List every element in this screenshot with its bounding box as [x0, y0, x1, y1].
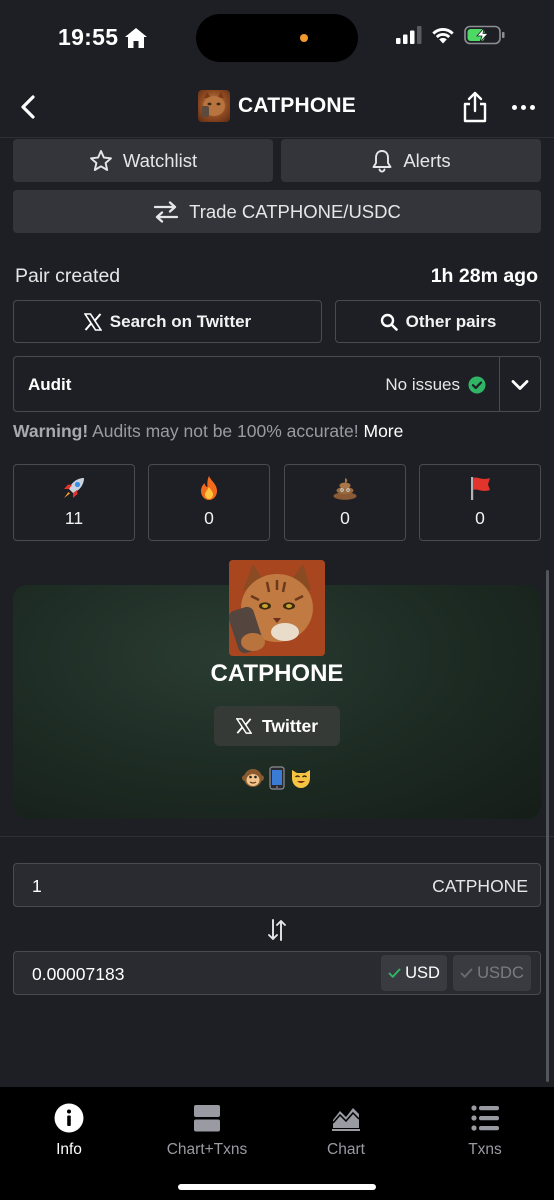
reaction-red-flag[interactable]: 0 — [419, 464, 541, 541]
token-description — [0, 766, 554, 790]
token-amount-input[interactable]: 1 CATPHONE — [13, 863, 541, 907]
tab-info[interactable]: Info — [0, 1103, 138, 1159]
star-icon — [89, 149, 112, 171]
swap-direction-button[interactable] — [264, 917, 290, 943]
wifi-icon — [432, 27, 454, 43]
audit-divider — [499, 357, 500, 411]
currency-usd-button[interactable]: USD — [381, 955, 447, 991]
time-text: 19:55 — [58, 24, 119, 50]
reaction-count: 0 — [204, 508, 214, 528]
audit-row[interactable]: Audit No issues — [13, 356, 541, 412]
x-logo-icon — [83, 312, 102, 331]
audit-expand-button[interactable] — [508, 373, 532, 397]
tab-chart-txns-label: Chart+Txns — [166, 1141, 248, 1158]
reaction-rocket[interactable]: 11 — [13, 464, 135, 541]
info-icon — [54, 1103, 84, 1133]
status-time: 19:55 — [58, 24, 148, 51]
audit-status: No issues — [385, 375, 486, 395]
tab-chart[interactable]: Chart — [277, 1103, 415, 1159]
dot-icon — [520, 104, 526, 110]
status-bar: 19:55 — [0, 0, 554, 78]
currency-usd-label: USD — [405, 963, 440, 982]
page-title: CATPHONE — [238, 94, 356, 117]
check-circle-icon — [468, 376, 486, 394]
token-name: CATPHONE — [210, 660, 344, 687]
tab-txns-label: Txns — [468, 1141, 502, 1158]
status-icons — [396, 25, 506, 45]
chevron-down-icon — [511, 380, 529, 390]
trade-button[interactable]: Trade CATPHONE/USDC — [13, 190, 541, 233]
area-chart-icon — [332, 1108, 360, 1131]
currency-usdc-label: USDC — [477, 963, 524, 982]
split-view-icon — [194, 1105, 220, 1132]
battery-charging-icon — [464, 25, 505, 45]
fire-icon — [201, 476, 217, 500]
tab-chart-label: Chart — [327, 1141, 365, 1158]
reaction-fire[interactable]: 0 — [148, 464, 270, 541]
red-flag-icon — [471, 477, 490, 500]
currency-usdc-button[interactable]: USDC — [453, 955, 531, 991]
dot-icon — [529, 104, 535, 110]
cat-face-icon — [292, 770, 310, 788]
mobile-phone-icon — [269, 766, 285, 790]
list-icon — [471, 1105, 499, 1131]
signal-icon — [396, 26, 422, 44]
share-icon — [463, 91, 487, 123]
poop-icon — [333, 478, 357, 500]
audit-status-text: No issues — [385, 375, 460, 394]
cat-photo-icon — [229, 560, 325, 656]
tab-txns[interactable]: Txns — [416, 1103, 554, 1159]
warning-more-link[interactable]: More — [364, 421, 404, 441]
tab-info-label: Info — [56, 1141, 82, 1158]
swap-vertical-icon — [268, 919, 286, 941]
bell-icon — [372, 149, 392, 172]
audit-warning: Warning! Audits may not be 100% accurate… — [13, 421, 403, 442]
token-logo — [198, 90, 231, 122]
monkey-icon — [242, 769, 264, 787]
x-logo-icon — [235, 718, 252, 734]
cat-photo-icon — [202, 92, 226, 117]
more-options-button[interactable] — [508, 96, 538, 118]
watchlist-button[interactable]: Watchlist — [13, 139, 273, 182]
search-twitter-button[interactable]: Search on Twitter — [13, 300, 322, 343]
other-pairs-button[interactable]: Other pairs — [335, 300, 541, 343]
recording-indicator — [300, 34, 308, 42]
watchlist-label: Watchlist — [122, 149, 198, 171]
search-twitter-label: Search on Twitter — [109, 311, 252, 331]
home-icon — [125, 27, 148, 48]
swap-arrows-icon — [153, 200, 179, 223]
search-icon — [380, 313, 398, 331]
checkmark-icon — [388, 968, 401, 978]
alerts-button[interactable]: Alerts — [281, 139, 541, 182]
scrollbar[interactable] — [546, 570, 549, 1082]
warning-text: Audits may not be 100% accurate! — [92, 421, 359, 441]
reaction-count: 0 — [475, 508, 485, 528]
home-indicator[interactable] — [178, 1184, 376, 1190]
converted-value-input[interactable]: 0.00007183 USD USDC — [13, 951, 541, 995]
token-amount-value: 1 — [32, 876, 42, 896]
rocket-icon — [64, 478, 84, 498]
pair-created-label: Pair created — [15, 265, 121, 287]
reaction-count: 11 — [64, 508, 84, 528]
dynamic-island — [196, 14, 358, 62]
twitter-link-button[interactable]: Twitter — [214, 706, 340, 746]
checkmark-icon — [460, 968, 473, 978]
dot-icon — [511, 104, 517, 110]
share-button[interactable] — [460, 90, 490, 124]
pair-created-value: 1h 28m ago — [430, 265, 538, 287]
trade-label: Trade CATPHONE/USDC — [189, 200, 401, 222]
twitter-label: Twitter — [261, 715, 319, 736]
audit-label: Audit — [28, 375, 72, 394]
other-pairs-label: Other pairs — [405, 311, 497, 331]
converted-value: 0.00007183 — [32, 964, 125, 984]
reaction-count: 0 — [340, 508, 350, 528]
top-nav-bar: CATPHONE — [0, 78, 554, 138]
tab-chart-txns[interactable]: Chart+Txns — [138, 1103, 276, 1159]
warning-bold: Warning! — [13, 421, 89, 441]
token-avatar — [229, 560, 325, 656]
token-symbol: CATPHONE — [432, 876, 528, 896]
section-divider — [0, 836, 554, 837]
alerts-label: Alerts — [403, 149, 451, 171]
reaction-poop[interactable]: 0 — [284, 464, 406, 541]
